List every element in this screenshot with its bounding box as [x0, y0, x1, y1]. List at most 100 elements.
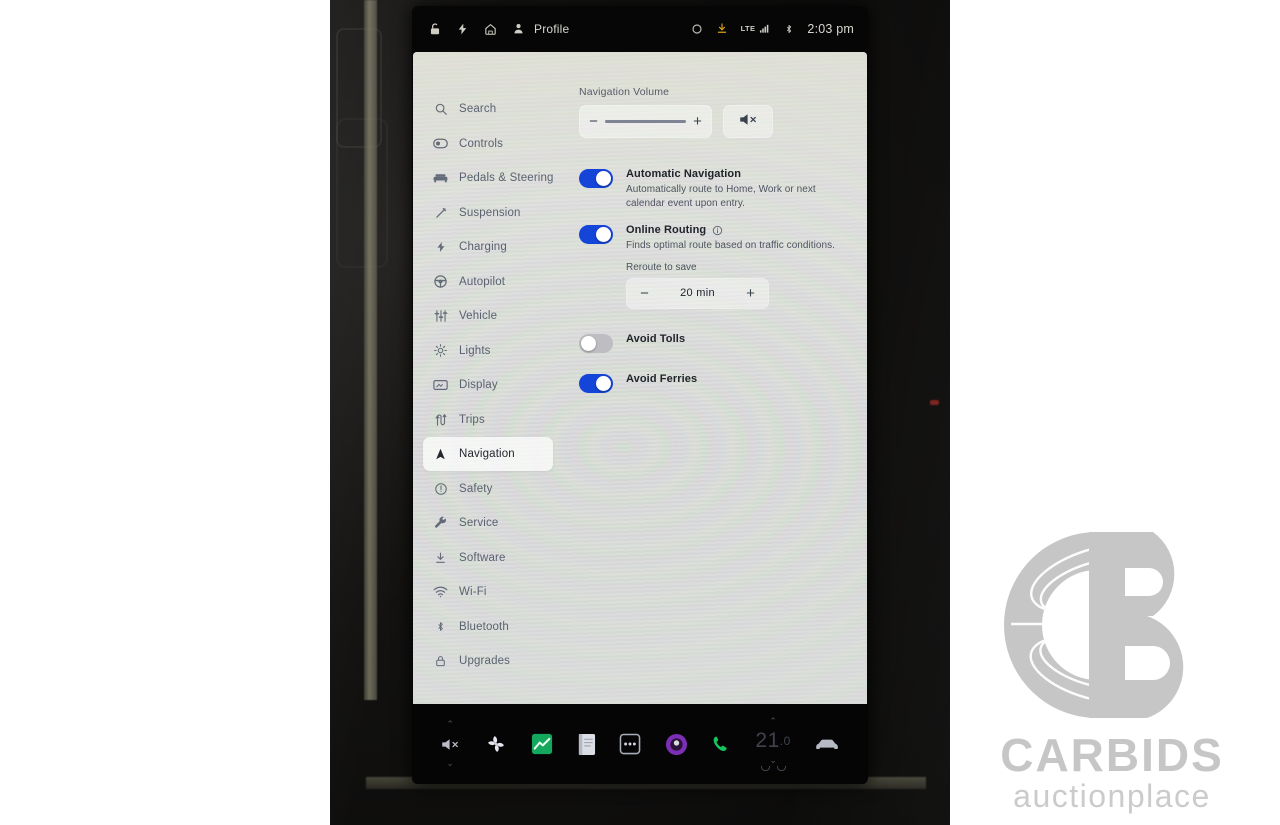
sidebar-label: Autopilot	[459, 275, 506, 288]
mute-icon[interactable]	[440, 729, 461, 759]
setting-avoid-tolls[interactable]: Avoid Tolls	[579, 333, 853, 353]
avoid-tolls-toggle[interactable]	[579, 333, 613, 353]
download-icon	[433, 550, 448, 565]
reroute-decrease-button[interactable]: −	[639, 286, 650, 301]
setting-avoid-ferries[interactable]: Avoid Ferries	[579, 373, 853, 393]
online-routing-toggle[interactable]	[579, 225, 613, 244]
automatic-navigation-text: Automatic Navigation Automatically route…	[626, 168, 848, 210]
sidebar-label: Software	[459, 551, 506, 564]
temperature-up-chevron[interactable]: ⌃	[769, 717, 777, 726]
sidebar-item-display[interactable]: Display	[423, 368, 553, 402]
download-icon[interactable]	[716, 22, 728, 35]
setting-online-routing[interactable]: Online Routing Finds optimal route based…	[579, 224, 853, 253]
seat-heater-left-icon[interactable]	[760, 766, 770, 771]
bolt-icon[interactable]	[456, 22, 469, 36]
bottom-taskbar: ⌃ ⌄ ⌃ 21 .0 ⌄	[412, 704, 868, 784]
sidebar-item-vehicle[interactable]: Vehicle	[423, 299, 553, 333]
wrench-icon	[433, 516, 448, 531]
sidebar-label: Suspension	[459, 206, 521, 219]
reroute-stepper[interactable]: − 20 min +	[626, 277, 769, 309]
sliders-icon	[433, 309, 448, 324]
setting-title: Avoid Tolls	[626, 333, 685, 345]
sidebar-item-controls[interactable]: Controls	[423, 127, 553, 161]
info-icon[interactable]	[712, 225, 723, 236]
taskbar-app-phone[interactable]	[711, 729, 732, 759]
sidebar-item-pedals-steering[interactable]: Pedals & Steering	[423, 161, 553, 195]
volume-decrease-button[interactable]: −	[588, 114, 599, 129]
sidebar-label: Wi-Fi	[459, 586, 487, 598]
signal-icon[interactable]: LTE	[741, 23, 772, 34]
bolt-icon	[433, 240, 448, 255]
mute-icon	[738, 112, 759, 132]
fan-icon	[484, 729, 508, 759]
taskbar-app-media[interactable]	[665, 729, 688, 759]
sidebar-item-safety[interactable]: Safety	[423, 472, 553, 506]
cb-fingerprint-logo	[1004, 532, 1184, 719]
status-bar: Profile LTE 2:03 pm	[412, 6, 868, 51]
sidebar-item-trips[interactable]: Trips	[423, 403, 553, 437]
circle-icon[interactable]	[691, 23, 703, 35]
sidebar-label: Controls	[459, 137, 504, 150]
sidebar-label: Search	[459, 103, 497, 115]
sidebar-item-navigation[interactable]: Navigation	[423, 437, 553, 471]
taskbar-app-more[interactable]	[619, 729, 641, 759]
status-bar-right: LTE 2:03 pm	[691, 22, 868, 36]
settings-panel: Search Controls Pedals & Steering Suspen…	[413, 52, 867, 704]
taskbar-vehicle-button[interactable]	[814, 729, 840, 759]
taskbar-app-notes[interactable]	[577, 729, 596, 759]
avoid-ferries-toggle[interactable]	[579, 373, 613, 393]
profile-icon[interactable]	[512, 22, 525, 35]
toggle-icon	[433, 136, 448, 151]
sidebar-item-wifi[interactable]: Wi-Fi	[423, 575, 553, 609]
toggle-knob	[596, 171, 611, 186]
sidebar-item-suspension[interactable]: Suspension	[423, 196, 553, 230]
volume-mute-button[interactable]	[723, 105, 773, 138]
trips-icon	[433, 412, 448, 427]
sidebar-label: Upgrades	[459, 655, 511, 667]
more-icon	[619, 729, 641, 759]
safety-icon	[433, 481, 448, 496]
sidebar-item-search[interactable]: Search	[423, 92, 553, 126]
volume-up-chevron[interactable]: ⌃	[446, 720, 454, 729]
network-type-label: LTE	[740, 24, 756, 33]
search-icon	[433, 102, 448, 117]
volume-track[interactable]	[605, 120, 686, 123]
setting-description: Finds optimal route based on traffic con…	[626, 240, 835, 251]
setting-automatic-navigation[interactable]: Automatic Navigation Automatically route…	[579, 168, 853, 210]
screenshot-root: Profile LTE 2:03 pm Search Controls Peda…	[0, 0, 1280, 825]
car-icon	[814, 729, 840, 759]
home-icon[interactable]	[483, 22, 498, 36]
sidebar-label: Vehicle	[459, 310, 498, 322]
temperature-value[interactable]: 21.0	[755, 726, 790, 756]
seat-heater-icons[interactable]	[760, 766, 786, 771]
volume-down-chevron[interactable]: ⌄	[446, 759, 454, 768]
settings-content: Navigation Volume − + Automatic Navigati…	[561, 52, 867, 704]
taskbar-volume-control[interactable]: ⌃ ⌄	[440, 720, 461, 768]
sidebar-item-service[interactable]: Service	[423, 506, 553, 540]
taskbar-temperature-control[interactable]: ⌃ 21.0 ⌄	[755, 717, 790, 771]
sidebar-item-lights[interactable]: Lights	[423, 334, 553, 368]
sidebar-item-charging[interactable]: Charging	[423, 230, 553, 264]
sidebar-item-autopilot[interactable]: Autopilot	[423, 265, 553, 299]
navigation-volume-slider[interactable]: − +	[579, 105, 712, 138]
setting-title-label: Avoid Tolls	[626, 332, 686, 345]
temperature-down-chevron[interactable]: ⌄	[769, 756, 777, 765]
reroute-label: Reroute to save	[626, 261, 697, 273]
seat-heater-right-icon[interactable]	[776, 766, 786, 771]
navigation-volume-row: − +	[579, 105, 853, 138]
lock-icon[interactable]	[428, 22, 442, 36]
sidebar-label: Bluetooth	[459, 620, 509, 633]
sidebar-item-software[interactable]: Software	[423, 541, 553, 575]
sidebar-item-upgrades[interactable]: Upgrades	[423, 644, 553, 678]
watermark: CARBIDS auctionplace	[962, 520, 1262, 815]
automatic-navigation-toggle[interactable]	[579, 169, 613, 188]
volume-increase-button[interactable]: +	[692, 114, 703, 129]
reroute-increase-button[interactable]: +	[745, 286, 756, 301]
toggle-knob	[596, 227, 611, 242]
bluetooth-icon[interactable]	[784, 22, 794, 36]
dashboard-vent-lower	[336, 118, 388, 268]
sidebar-item-bluetooth[interactable]: Bluetooth	[423, 610, 553, 644]
taskbar-app-energy[interactable]	[531, 729, 553, 759]
profile-label[interactable]: Profile	[534, 22, 569, 36]
taskbar-app-climate-fan[interactable]	[484, 729, 508, 759]
